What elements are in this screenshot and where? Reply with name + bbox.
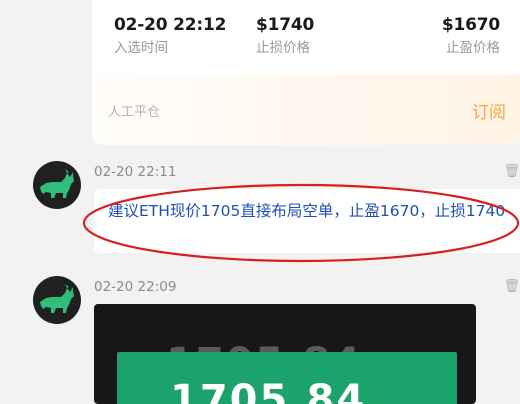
take-profit-label: 止盈价格 bbox=[446, 40, 500, 56]
message-time: 02-20 22:09 bbox=[94, 279, 177, 295]
close-status-label: 人工平仓 bbox=[108, 105, 161, 120]
bull-icon bbox=[40, 284, 74, 313]
stop-loss-value: $1740 bbox=[256, 15, 315, 35]
message-image[interactable]: 1705.84 1705.84 bbox=[94, 304, 476, 404]
bull-icon bbox=[40, 169, 74, 198]
signal-card: 02-20 22:12 入选时间 $1740 止损价格 $1670 止盈价格 人… bbox=[92, 0, 520, 145]
signal-metrics: 02-20 22:12 入选时间 $1740 止损价格 $1670 止盈价格 bbox=[114, 14, 500, 66]
take-profit-value: $1670 bbox=[441, 15, 500, 35]
trash-icon[interactable]: 🗑 bbox=[503, 164, 520, 179]
message-text: 建议ETH现价1705直接布局空单，止盈1670，止损1740 bbox=[108, 202, 506, 220]
subscribe-button[interactable]: 订阅 bbox=[472, 98, 506, 123]
card-footer: 人工平仓 订阅 bbox=[92, 75, 520, 145]
entry-time-label: 入选时间 bbox=[114, 40, 168, 56]
entry-time-metric: 02-20 22:12 入选时间 bbox=[114, 14, 226, 58]
entry-time-value: 02-20 22:12 bbox=[114, 15, 227, 35]
trash-icon[interactable]: 🗑 bbox=[503, 279, 520, 294]
author-avatar[interactable] bbox=[33, 161, 81, 209]
message-time: 02-20 22:11 bbox=[94, 164, 177, 180]
author-avatar[interactable] bbox=[33, 276, 81, 324]
stop-loss-label: 止损价格 bbox=[256, 40, 310, 56]
take-profit-metric: $1670 止盈价格 bbox=[442, 14, 500, 58]
message-bubble: 建议ETH现价1705直接布局空单，止盈1670，止损1740 bbox=[94, 189, 520, 253]
stop-loss-metric: $1740 止损价格 bbox=[256, 14, 314, 58]
